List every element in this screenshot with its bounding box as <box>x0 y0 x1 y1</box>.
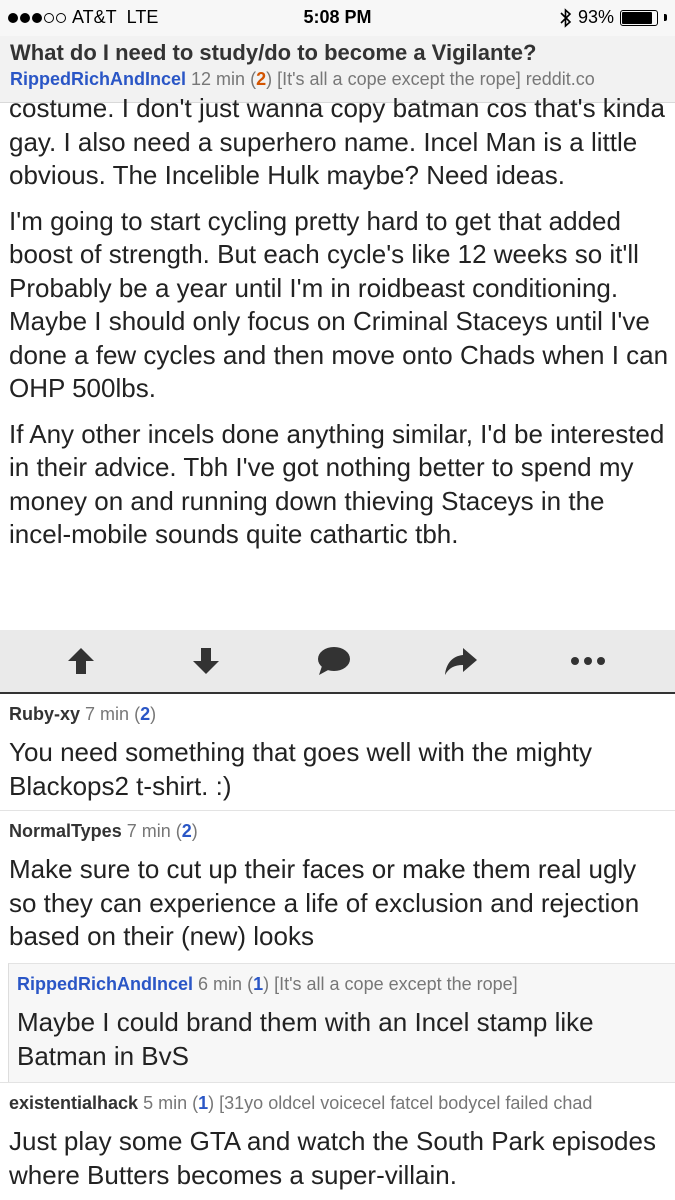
downvote-button[interactable] <box>186 643 226 679</box>
upvote-button[interactable] <box>61 643 101 679</box>
more-icon <box>571 657 605 665</box>
comment-reply-count: 1 <box>198 1093 209 1113</box>
comment-text: Maybe I could brand them with an Incel s… <box>17 1007 594 1071</box>
comment-reply-count: 2 <box>140 704 151 724</box>
comment-count-close: ) <box>150 704 157 724</box>
battery-icon <box>620 9 658 26</box>
comment-author[interactable]: NormalTypes <box>9 821 122 841</box>
post-meta: RippedRichAndIncel 12 min (2) [It's all … <box>10 69 595 90</box>
downvote-icon <box>193 648 219 674</box>
status-right: 93% <box>560 7 667 28</box>
more-button[interactable] <box>568 643 608 679</box>
post-age: 12 min <box>191 69 246 89</box>
comment-button[interactable] <box>314 643 354 679</box>
comment-text: Just play some GTA and watch the South P… <box>9 1126 656 1190</box>
post-paragraph: If Any other incels done anything simila… <box>9 418 665 550</box>
share-button[interactable] <box>441 643 481 679</box>
bluetooth-icon <box>560 7 572 28</box>
reply-comment[interactable]: RippedRichAndIncel 6 min (1) [It's all a… <box>8 963 675 1082</box>
action-bar <box>0 630 675 694</box>
comment[interactable]: Ruby-xy 7 min (2) You need something tha… <box>0 694 675 811</box>
comment-flair: [It's all a cope except the rope] <box>274 974 518 994</box>
post-comment-count: 2 <box>256 69 267 89</box>
post-author[interactable]: RippedRichAndIncel <box>10 69 186 89</box>
comment[interactable]: NormalTypes 7 min (2) Make sure to cut u… <box>0 811 675 1083</box>
status-bar: AT&T LTE 5:08 PM 93% <box>0 0 675 36</box>
post-paragraph: I'm going to start cycling pretty hard t… <box>9 205 669 404</box>
post-paragraph: costume. I don't just wanna copy batman … <box>9 93 665 190</box>
comment-meta: NormalTypes 7 min (2) <box>9 821 198 842</box>
post-body: costume. I don't just wanna copy batman … <box>9 92 669 564</box>
comment-reply-count: 2 <box>181 821 192 841</box>
comment-flair: [31yo oldcel voicecel fatcel bodycel fai… <box>219 1093 593 1113</box>
comment-age: 7 min <box>85 704 130 724</box>
post-flair: [It's all a cope except the rope] <box>277 69 521 89</box>
comment-age: 5 min <box>143 1093 188 1113</box>
comment-count-close: ) <box>266 69 273 89</box>
post-title[interactable]: What do I need to study/do to become a V… <box>10 40 536 66</box>
battery-percent: 93% <box>577 7 614 27</box>
comment-meta: RippedRichAndIncel 6 min (1) [It's all a… <box>17 974 518 995</box>
comment-icon <box>318 647 350 675</box>
comment-count-close: ) <box>191 821 198 841</box>
comment-author[interactable]: Ruby-xy <box>9 704 80 724</box>
post-domain[interactable]: reddit.co <box>526 69 595 89</box>
comment-age: 7 min <box>126 821 171 841</box>
upvote-icon <box>68 648 94 674</box>
comment-text: Make sure to cut up their faces or make … <box>9 854 640 951</box>
share-icon <box>445 648 477 675</box>
comment-author[interactable]: RippedRichAndIncel <box>17 974 193 994</box>
comment-count-close: ) <box>263 974 270 994</box>
comment[interactable]: existentialhack 5 min (1) [31yo oldcel v… <box>0 1083 675 1200</box>
comment-count-close: ) <box>208 1093 215 1113</box>
comment-age: 6 min <box>198 974 243 994</box>
comment-meta: Ruby-xy 7 min (2) <box>9 704 156 725</box>
comment-text: You need something that goes well with t… <box>9 737 592 801</box>
comment-reply-count: 1 <box>253 974 264 994</box>
comment-author[interactable]: existentialhack <box>9 1093 138 1113</box>
comment-meta: existentialhack 5 min (1) [31yo oldcel v… <box>9 1093 592 1114</box>
